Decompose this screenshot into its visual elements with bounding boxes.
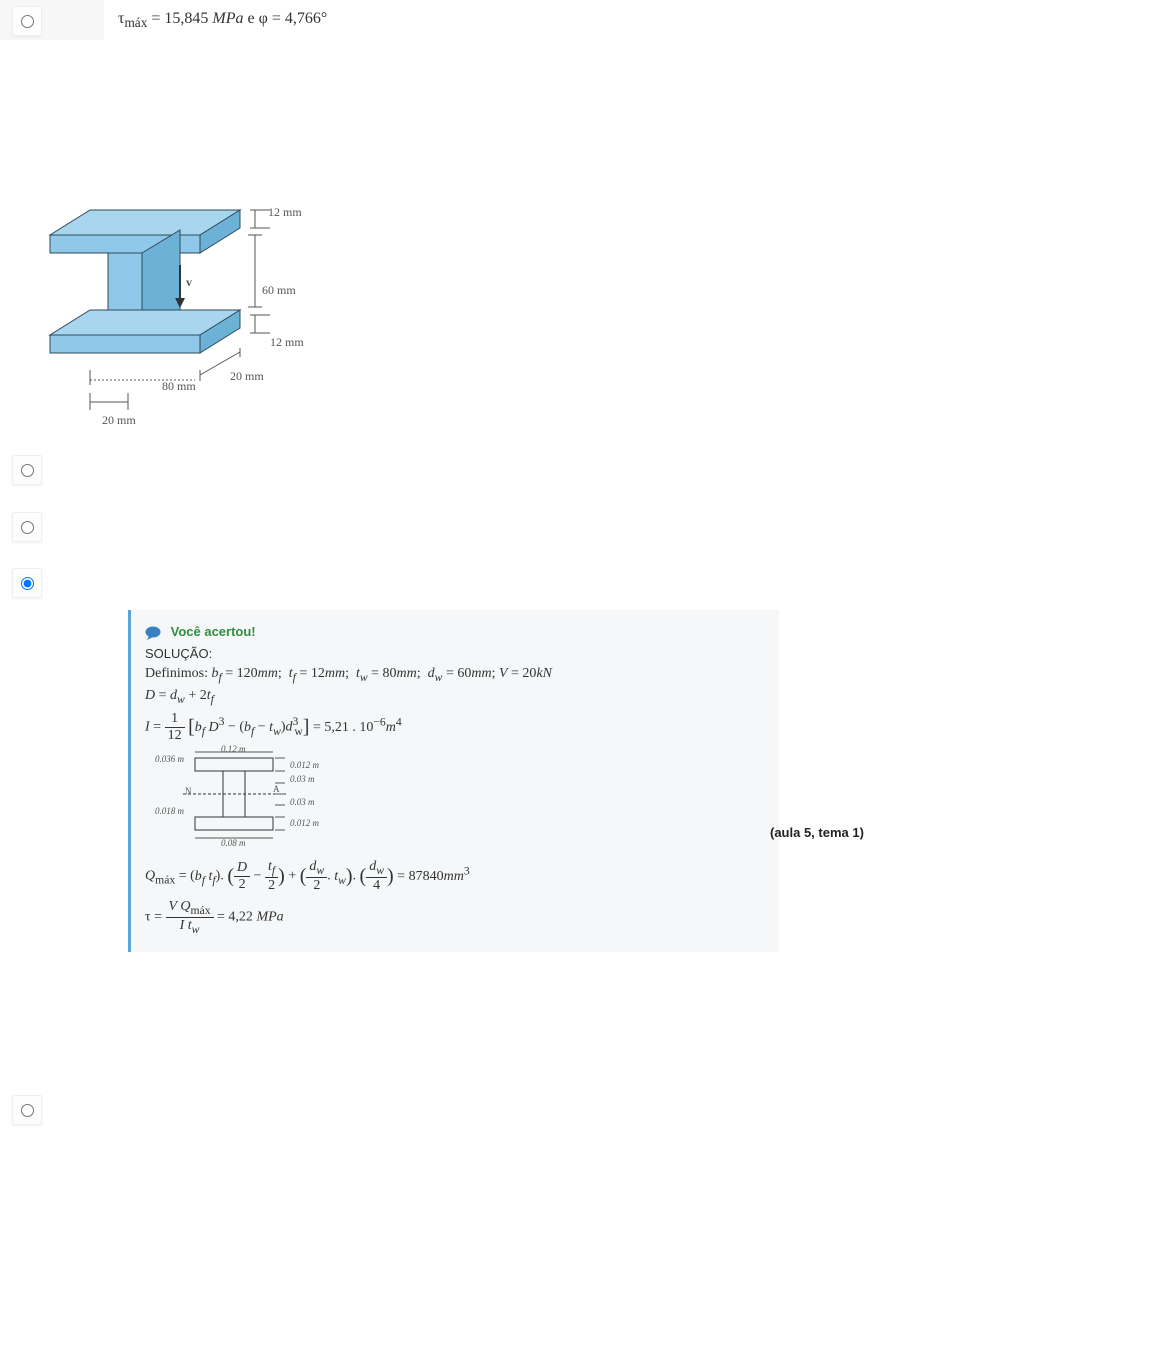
speech-bubble-icon: [145, 626, 163, 640]
option-radio-1[interactable]: [12, 6, 42, 36]
solution-I-result: = 5,21 . 10−6m4: [313, 720, 402, 735]
i-beam-diagram: 12 mm 60 mm 12 mm 20 mm 80 mm 20 mm v: [30, 175, 310, 435]
dim-12mm-top: 12 mm: [268, 205, 302, 220]
solution-line-tau: τ = V QmáxI tw = 4,22 MPa: [145, 899, 765, 936]
mini-dim-l1: 0.036 m: [155, 754, 184, 764]
feedback-panel: Você acertou! SOLUÇÃO: Definimos: bf = 1…: [128, 610, 779, 952]
mini-dim-r2: 0.03 m: [290, 774, 315, 784]
dim-12mm-bot: 12 mm: [270, 335, 304, 350]
mini-dim-bottom: 0.08 m: [221, 838, 246, 848]
mini-label-A: A: [273, 784, 280, 794]
option-radio-3[interactable]: [12, 512, 42, 542]
solution-line-Q: Qmáx = (bf tf). (D2 − tf2) + (dw2. tw). …: [145, 859, 765, 894]
solution-label: SOLUÇÃO:: [145, 646, 765, 661]
option-radio-2[interactable]: [12, 455, 42, 485]
mini-label-N: N: [185, 786, 192, 796]
dim-20mm-left: 20 mm: [102, 413, 136, 428]
solution-Q-result: = 87840mm3: [397, 869, 469, 884]
solution-line-I: I = 112 [bf D3 − (bf − tw)d3w] = 5,21 . …: [145, 711, 765, 744]
dim-20mm-right: 20 mm: [230, 369, 264, 384]
option-radio-4-selected[interactable]: [12, 568, 42, 598]
feedback-correct-text: Você acertou!: [171, 624, 256, 639]
solution-definitions: Definimos: bf = 120mm; tf = 12mm; tw = 8…: [145, 666, 765, 684]
mini-dim-l2: 0.018 m: [155, 806, 184, 816]
mini-dim-r4: 0.012 m: [290, 818, 319, 828]
mini-dim-r3: 0.03 m: [290, 797, 315, 807]
solution-line-D: D = dw + 2tf: [145, 688, 765, 706]
option-radio-5[interactable]: [12, 1095, 42, 1125]
force-v-label: v: [186, 275, 192, 290]
feedback-correct-row: Você acertou!: [145, 624, 765, 640]
solution-tau-result: = 4,22 MPa: [217, 909, 284, 924]
tau-formula: τmáx = 15,845 MPa e φ = 4,766°: [118, 10, 327, 27]
side-reference-note: (aula 5, tema 1): [770, 825, 864, 840]
solution-mini-sketch: 0.12 m 0.012 m 0.03 m 0.03 m 0.012 m 0.0…: [155, 748, 340, 853]
dim-80mm: 80 mm: [162, 379, 196, 394]
dim-60mm: 60 mm: [262, 283, 296, 298]
mini-dim-top: 0.12 m: [221, 744, 246, 754]
option-1-text: τmáx = 15,845 MPa e φ = 4,766°: [118, 10, 327, 31]
mini-dim-r1: 0.012 m: [290, 760, 319, 770]
